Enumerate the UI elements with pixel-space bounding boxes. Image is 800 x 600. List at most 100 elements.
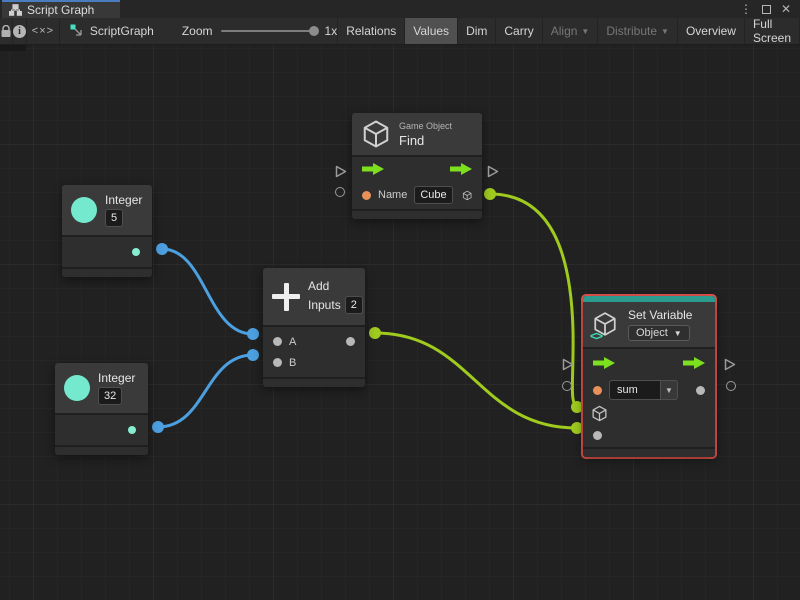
integer-type-icon — [64, 375, 90, 401]
cube-icon — [363, 120, 389, 148]
graph-name-label: ScriptGraph — [89, 24, 154, 38]
wire-endpoint[interactable] — [484, 188, 496, 200]
chevron-down-icon[interactable]: ▼ — [661, 380, 678, 400]
graph-identity: ScriptGraph — [60, 18, 154, 44]
port-label-name: Name — [378, 189, 408, 201]
name-input-marker[interactable] — [562, 381, 572, 391]
port-label-b: B — [289, 356, 297, 369]
lock-button[interactable] — [0, 18, 13, 44]
node-body — [62, 237, 152, 267]
wire-integer32-to-add-b[interactable] — [156, 353, 255, 429]
window-menu-icon[interactable]: ⋮ — [738, 1, 754, 17]
graph-canvas[interactable]: Integer 5 Integer 32 Game Object Find Na… — [0, 0, 800, 600]
name-value-field[interactable]: Cube — [414, 186, 453, 204]
value-input-port[interactable] — [593, 430, 602, 440]
control-output-arrow-icon[interactable] — [683, 357, 705, 369]
wire-endpoint[interactable] — [247, 349, 259, 361]
name-input-port[interactable] — [362, 190, 371, 200]
integer-value-field[interactable]: 32 — [98, 387, 123, 405]
wire-endpoint[interactable] — [156, 243, 168, 255]
values-button[interactable]: Values — [404, 18, 458, 44]
add-icon — [272, 282, 300, 311]
node-title: Set Variable — [628, 308, 693, 322]
node-header: <> Set Variable Object ▼ — [583, 302, 715, 347]
scope-value: Object — [636, 327, 668, 339]
wire-integer5-to-add-a[interactable] — [160, 247, 255, 336]
node-set-variable[interactable]: <> Set Variable Object ▼ sum ▼ — [562, 296, 736, 457]
control-input-marker[interactable] — [335, 165, 347, 178]
wire-endpoint[interactable] — [369, 327, 381, 339]
gameobject-output-icon[interactable] — [462, 187, 472, 204]
node-title: Integer — [98, 371, 136, 385]
node-body: Name Cube — [352, 157, 482, 209]
full-screen-button[interactable]: Full Screen — [743, 17, 800, 45]
value-output-marker[interactable] — [726, 381, 736, 391]
integer-type-icon — [71, 197, 97, 223]
zoom-slider-handle[interactable] — [308, 26, 319, 36]
graph-hierarchy-icon — [9, 4, 22, 16]
node-footer — [352, 211, 482, 219]
control-output-marker[interactable] — [724, 358, 736, 371]
variable-name-combo[interactable]: sum ▼ — [609, 380, 678, 400]
chevron-down-icon: ▼ — [581, 26, 590, 36]
value-output-port[interactable] — [696, 385, 705, 395]
variable-name-port[interactable] — [593, 385, 602, 395]
node-title: Add — [308, 279, 330, 293]
control-output-arrow-icon[interactable] — [450, 163, 472, 175]
canvas-corner-strip — [0, 45, 26, 51]
wire-add-to-setvariable[interactable] — [373, 331, 579, 430]
zoom-value: 1x — [324, 24, 338, 38]
variable-scope-dropdown[interactable]: Object ▼ — [628, 325, 690, 341]
node-gameobject-find[interactable]: Game Object Find Name Cube — [335, 113, 499, 219]
node-header: Game Object Find — [352, 113, 482, 155]
node-header: Integer 32 — [55, 363, 148, 413]
relations-button[interactable]: Relations — [337, 18, 404, 44]
dim-button[interactable]: Dim — [457, 18, 495, 44]
align-dropdown-button[interactable]: Align ▼ — [541, 18, 598, 44]
maximize-icon[interactable] — [758, 1, 774, 17]
control-input-marker[interactable] — [562, 358, 574, 371]
input-port-a[interactable] — [273, 337, 282, 346]
info-icon: i — [13, 24, 26, 38]
variable-name-value[interactable]: sum — [609, 380, 661, 400]
node-title: Integer — [105, 193, 143, 207]
close-icon[interactable]: ✕ — [778, 1, 794, 17]
node-integer-5[interactable]: Integer 5 — [62, 185, 152, 277]
tab-title: Script Graph — [27, 3, 95, 17]
distribute-dropdown-button[interactable]: Distribute ▼ — [597, 18, 677, 44]
node-title: Find — [399, 132, 425, 148]
script-graph-window: Integer 5 Integer 32 Game Object Find Na… — [0, 0, 800, 600]
output-port[interactable] — [128, 426, 136, 434]
integer-value-field[interactable]: 5 — [105, 209, 124, 227]
zoom-slider[interactable] — [220, 26, 319, 36]
chevron-down-icon: ▼ — [673, 328, 682, 338]
code-preview-button[interactable]: <×> — [27, 18, 60, 44]
sum-output-port[interactable] — [346, 337, 355, 346]
name-input-marker[interactable] — [335, 187, 345, 197]
carry-button[interactable]: Carry — [495, 18, 541, 44]
info-button[interactable]: i — [13, 18, 27, 44]
object-input-port-icon[interactable] — [591, 405, 608, 422]
input-port-b[interactable] — [273, 358, 282, 367]
graph-toolbar: i <×> ScriptGraph Zoom 1x Relations Valu… — [0, 17, 800, 45]
tab-script-graph[interactable]: Script Graph — [2, 0, 120, 18]
control-output-marker[interactable] — [487, 165, 499, 178]
output-port[interactable] — [132, 248, 140, 256]
toolbar-buttons: Relations Values Dim Carry Align ▼ Distr… — [337, 17, 800, 45]
node-integer-32[interactable]: Integer 32 — [55, 363, 148, 455]
inputs-count-field[interactable]: 2 — [344, 296, 363, 314]
wire-find-to-setvariable[interactable] — [488, 192, 579, 409]
node-header: Integer 5 — [62, 185, 152, 235]
selection-outline: <> Set Variable Object ▼ sum ▼ — [562, 294, 736, 459]
control-input-arrow-icon[interactable] — [593, 357, 615, 369]
code-angle-icon: <> — [590, 328, 603, 343]
control-input-arrow-icon[interactable] — [362, 163, 384, 175]
overview-button[interactable]: Overview — [676, 18, 744, 44]
node-footer — [55, 447, 148, 455]
wire-endpoint[interactable] — [152, 421, 164, 433]
tab-bar: Script Graph ⋮ ✕ — [0, 0, 800, 18]
node-body: sum ▼ — [583, 349, 715, 447]
node-footer — [62, 269, 152, 277]
node-add[interactable]: Add Inputs 2 A B — [263, 268, 365, 387]
wire-endpoint[interactable] — [247, 328, 259, 340]
